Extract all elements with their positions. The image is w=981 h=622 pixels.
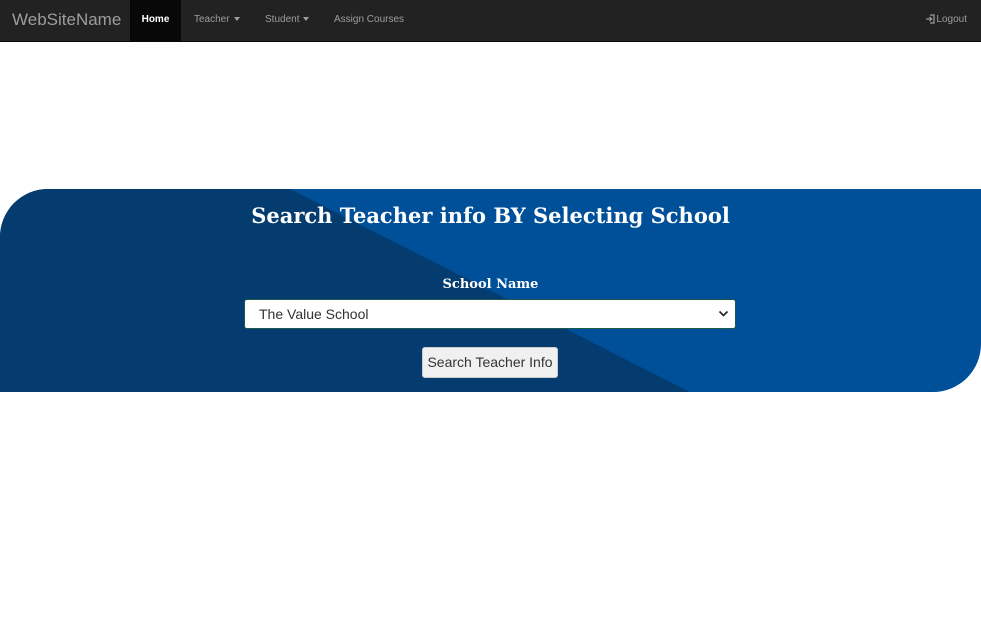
logout-link[interactable]: Logout bbox=[925, 0, 967, 42]
nav-item-teacher[interactable]: Teacher bbox=[194, 0, 240, 42]
search-hero-panel: Search Teacher info BY Selecting School … bbox=[0, 189, 981, 392]
nav-item-home[interactable]: Home bbox=[130, 0, 181, 42]
school-name-label: School Name bbox=[442, 277, 539, 292]
nav-item-label: Assign Courses bbox=[334, 14, 405, 25]
school-select[interactable]: The Value School bbox=[244, 299, 736, 329]
caret-down-icon bbox=[233, 17, 240, 22]
nav-item-label: Teacher bbox=[194, 14, 230, 25]
top-navbar: WebSiteName Home Teacher Student Assign … bbox=[0, 0, 981, 42]
nav-item-label: Student bbox=[265, 14, 300, 25]
school-select-value: The Value School bbox=[259, 306, 369, 322]
caret-down-icon bbox=[303, 17, 310, 22]
chevron-down-icon bbox=[718, 309, 729, 319]
nav-item-assign-courses[interactable]: Assign Courses bbox=[334, 0, 404, 42]
search-teacher-info-button[interactable]: Search Teacher Info bbox=[422, 347, 558, 378]
page-title: Search Teacher info BY Selecting School bbox=[251, 203, 730, 228]
logout-label: Logout bbox=[936, 14, 967, 25]
nav-item-student[interactable]: Student bbox=[265, 0, 310, 42]
log-in-icon bbox=[925, 14, 936, 24]
brand-link[interactable]: WebSiteName bbox=[12, 0, 121, 42]
nav-item-label: Home bbox=[141, 14, 170, 25]
